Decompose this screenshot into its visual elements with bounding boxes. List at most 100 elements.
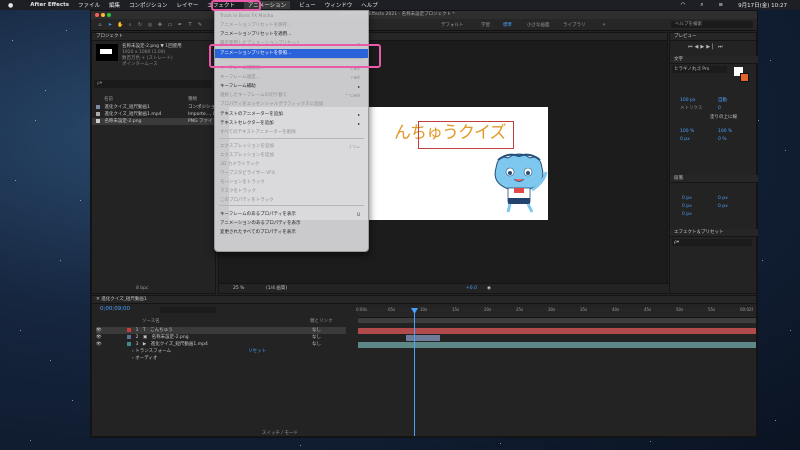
workspace-small-screen[interactable]: 小さな画面 — [527, 22, 550, 28]
parent-dropdown[interactable]: なし — [312, 327, 321, 334]
close-window-button[interactable] — [95, 13, 99, 17]
label-color[interactable] — [127, 341, 132, 346]
next-frame-icon[interactable]: ▶▏ — [706, 44, 718, 50]
horizontal-scale-field[interactable]: 100 % — [718, 128, 732, 135]
menu-item[interactable]: Track in Boris FX Mocha — [215, 12, 368, 21]
brush-tool-icon[interactable]: ✎ — [197, 22, 203, 28]
space-after-field[interactable]: 0 px — [682, 211, 692, 218]
menu-edit[interactable]: 編集 — [109, 1, 120, 9]
menu-item[interactable]: アニメーションプリセットを適用... — [215, 30, 368, 39]
menu-item[interactable]: アニメーションのあるプロパティを表示 — [215, 219, 368, 228]
camera-tool-icon[interactable]: ◎ — [147, 22, 153, 28]
menu-item[interactable]: エクスプレッションを追加 — [215, 151, 368, 160]
indent-right-field[interactable]: 0 px — [718, 195, 728, 202]
workspace-default[interactable]: デフォルト — [441, 22, 464, 28]
menu-item[interactable]: モーションをトラック — [215, 178, 368, 187]
project-panel-header[interactable]: プロジェクト — [92, 33, 215, 41]
auto-leading-field[interactable]: 自動 — [718, 97, 727, 104]
last-frame-icon[interactable]: ⏭ — [718, 44, 725, 50]
menu-item[interactable]: アニメーションプリセットを保存... — [215, 21, 368, 30]
pan-behind-tool-icon[interactable]: ✥ — [157, 22, 163, 28]
zoom-window-button[interactable] — [107, 13, 111, 17]
stroke-color-swatch[interactable] — [740, 73, 749, 82]
pen-tool-icon[interactable]: ✒ — [177, 22, 183, 28]
selection-tool-icon[interactable]: ➤ — [107, 22, 113, 28]
col-type-header[interactable]: 種類 — [188, 96, 197, 103]
font-size-field[interactable]: 100 px — [680, 97, 696, 104]
menu-item[interactable]: エクスプレッションを追加 ⇧⌥= — [215, 142, 368, 151]
snapshot-icon[interactable]: ◉ — [487, 285, 491, 292]
list-item[interactable]: 進化クイズ_短尺動画1 コンポジショ — [92, 104, 217, 111]
menu-composition[interactable]: コンポジション — [129, 1, 168, 9]
visibility-icon[interactable]: 👁 — [96, 342, 102, 347]
clock[interactable]: 9月17日(金) 10:27 — [738, 1, 787, 9]
rectangle-tool-icon[interactable]: ▭ — [167, 22, 173, 28]
menu-item[interactable]: キーフレーム補助 ▸ — [215, 82, 368, 91]
col-source-name[interactable]: ソース名 — [142, 318, 160, 325]
menu-item[interactable]: テキストセレクターを追加 ▸ — [215, 119, 368, 128]
parent-dropdown[interactable]: なし — [312, 341, 321, 348]
rotate-tool-icon[interactable]: ↻ — [137, 22, 143, 28]
transform-property-row[interactable]: › トランスフォーム リセット — [96, 348, 346, 355]
transform-reset-link[interactable]: リセット — [248, 348, 266, 355]
col-parent-link[interactable]: 親とリンク — [310, 318, 333, 325]
workspace-libraries[interactable]: ライブラリ — [563, 22, 586, 28]
menu-item[interactable]: 3D カメラトラック — [215, 160, 368, 169]
playhead[interactable] — [414, 308, 415, 436]
parent-dropdown[interactable]: なし — [312, 334, 321, 341]
workspace-more-icon[interactable]: » — [601, 22, 607, 28]
character-panel-header[interactable]: 文字 — [670, 56, 758, 64]
stroke-type-dropdown[interactable]: 塗りの上に線 — [710, 114, 737, 121]
type-tool-icon[interactable]: T — [187, 22, 193, 28]
visibility-icon[interactable]: 👁 — [96, 335, 102, 340]
effects-search-input[interactable]: ρ▾ — [672, 239, 752, 246]
apple-icon[interactable]: ● — [8, 2, 13, 9]
menu-item[interactable]: キーフレーム速度... ⇧⌘K — [215, 73, 368, 82]
menu-file[interactable]: ファイル — [78, 1, 100, 9]
font-family-dropdown[interactable]: ヒラギノ丸ゴ Pro — [672, 66, 727, 73]
table-row-layer-2[interactable]: 👁 2 ▣ 名称未設定-2.png なし — [96, 334, 346, 341]
list-item-selected[interactable]: 名称未設定-2.png PNG ファイ — [92, 118, 217, 125]
paragraph-panel-header[interactable]: 段落 — [670, 175, 758, 183]
menu-item[interactable]: マスクをトラック — [215, 187, 368, 196]
label-color[interactable] — [127, 327, 132, 332]
layer-bounds-box[interactable] — [418, 121, 514, 149]
control-center-icon[interactable]: ≡ — [719, 2, 724, 8]
vertical-scale-field[interactable]: 100 % — [680, 128, 694, 135]
col-name-header[interactable]: 名前 — [104, 96, 113, 103]
menu-item[interactable]: キーフレームのあるプロパティを表示 U — [215, 210, 368, 219]
project-search-input[interactable]: ρ▾ — [94, 80, 212, 88]
preview-panel-header[interactable]: プレビュー — [670, 33, 756, 41]
wifi-icon[interactable]: ◠ — [681, 2, 686, 8]
timeline-search-input[interactable] — [160, 307, 216, 313]
menu-item[interactable]: テキストのアニメーターを追加 ▸ — [215, 110, 368, 119]
hand-tool-icon[interactable]: ✋ — [117, 22, 123, 28]
list-item[interactable]: 進化クイズ_短尺動画1.mp4 Importe..., E — [92, 111, 217, 118]
menu-item[interactable]: ワープスタビライザー VFX — [215, 169, 368, 178]
indent-first-field[interactable]: 0 px — [682, 203, 692, 210]
menu-item[interactable]: このプロパティをトラック — [215, 196, 368, 205]
timecode-display[interactable]: 0;00;09;00 — [100, 306, 130, 313]
layer-1-track[interactable] — [358, 328, 756, 334]
indent-left-field[interactable]: 0 px — [682, 195, 692, 202]
resolution-dropdown[interactable]: (1/4 画質) — [266, 285, 287, 292]
menu-view[interactable]: ビュー — [299, 1, 316, 9]
table-row-layer-1[interactable]: 👁 1 T こんちゅう なし — [96, 327, 346, 334]
workspace-learn[interactable]: 学習 — [481, 22, 490, 28]
effects-panel-header[interactable]: エフェクト＆プリセット — [670, 229, 758, 237]
menu-layer[interactable]: レイヤー — [177, 1, 199, 9]
help-search-field[interactable]: ヘルプを検索 — [671, 21, 753, 28]
layer-3-track[interactable] — [358, 342, 756, 348]
audio-property-row[interactable]: › オーディオ — [96, 355, 346, 362]
menu-item[interactable]: 変更されたすべてのプロパティを表示 — [215, 228, 368, 237]
menu-item[interactable]: 選択したキーフレームの切り替え ^⌥⌘H — [215, 91, 368, 100]
menu-item[interactable]: プロパティをエッセンシャルグラフィックスに追加 — [215, 100, 368, 109]
label-color[interactable] — [127, 334, 132, 339]
space-before-field[interactable]: 0 px — [718, 203, 728, 210]
home-icon[interactable]: ⌂ — [97, 22, 103, 28]
exposure-value[interactable]: +0.0 — [466, 285, 477, 292]
bpc-label[interactable]: 8 bpc — [136, 285, 148, 292]
timeline-tab[interactable]: ✕ 進化クイズ_短尺動画1 — [92, 296, 756, 304]
workspace-standard[interactable]: 標準 — [503, 22, 512, 28]
zoom-tool-icon[interactable]: ⌕ — [127, 22, 133, 28]
